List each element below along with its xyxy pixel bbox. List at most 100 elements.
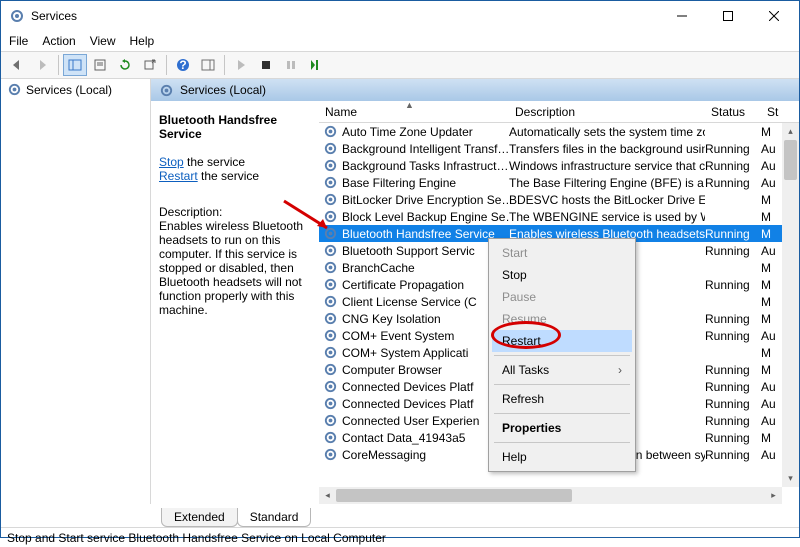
show-hide-action-pane-button[interactable] bbox=[196, 54, 220, 76]
stop-service-button[interactable] bbox=[254, 54, 278, 76]
right-pane: Services (Local) Bluetooth Handsfree Ser… bbox=[151, 79, 799, 504]
context-menu-refresh[interactable]: Refresh bbox=[492, 388, 632, 410]
context-menu: StartStopPauseResumeRestartAll TasksRefr… bbox=[488, 238, 636, 472]
context-menu-properties[interactable]: Properties bbox=[492, 417, 632, 439]
close-button[interactable] bbox=[751, 1, 797, 31]
service-row[interactable]: Block Level Backup Engine Se…The WBENGIN… bbox=[319, 208, 799, 225]
col-header-name[interactable]: Name bbox=[319, 101, 509, 122]
cell-name: Background Intelligent Transf… bbox=[319, 141, 509, 156]
menu-help[interactable]: Help bbox=[130, 34, 155, 48]
back-button[interactable] bbox=[5, 54, 29, 76]
tab-standard[interactable]: Standard bbox=[237, 508, 312, 527]
gear-icon bbox=[323, 294, 338, 309]
context-menu-separator bbox=[494, 384, 630, 385]
scroll-up-button[interactable]: ▴ bbox=[782, 123, 799, 140]
gear-icon bbox=[323, 175, 338, 190]
cell-name: Background Tasks Infrastruct… bbox=[319, 158, 509, 173]
context-menu-help[interactable]: Help bbox=[492, 446, 632, 468]
service-row[interactable]: Base Filtering EngineThe Base Filtering … bbox=[319, 174, 799, 191]
cell-status: Running bbox=[705, 278, 761, 292]
toolbar: ? bbox=[1, 51, 799, 79]
start-service-button[interactable] bbox=[229, 54, 253, 76]
gear-icon bbox=[323, 277, 338, 292]
service-row[interactable]: Background Intelligent Transf…Transfers … bbox=[319, 140, 799, 157]
cell-status: Running bbox=[705, 227, 761, 241]
horizontal-scrollbar[interactable]: ◂ ▸ bbox=[319, 487, 782, 504]
context-menu-stop[interactable]: Stop bbox=[492, 264, 632, 286]
maximize-button[interactable] bbox=[705, 1, 751, 31]
cell-status: Running bbox=[705, 329, 761, 343]
services-list: ▲ Name Description Status St Auto Time Z… bbox=[319, 101, 799, 504]
horizontal-scroll-thumb[interactable] bbox=[336, 489, 572, 502]
gear-icon bbox=[323, 226, 338, 241]
gear-icon bbox=[7, 82, 22, 97]
hscroll-track[interactable] bbox=[336, 487, 765, 504]
cell-name: Auto Time Zone Updater bbox=[319, 124, 509, 139]
service-row[interactable]: Background Tasks Infrastruct…Windows inf… bbox=[319, 157, 799, 174]
minimize-button[interactable] bbox=[659, 1, 705, 31]
main-area: Services (Local) Services (Local) Blueto… bbox=[1, 79, 799, 504]
cell-name: Contact Data_41943a5 bbox=[319, 430, 509, 445]
pause-service-button[interactable] bbox=[279, 54, 303, 76]
cell-name: BitLocker Drive Encryption Se… bbox=[319, 192, 509, 207]
scroll-right-button[interactable]: ▸ bbox=[765, 487, 782, 504]
export-list-button[interactable] bbox=[138, 54, 162, 76]
context-menu-pause: Pause bbox=[492, 286, 632, 308]
cell-description: Transfers files in the background using … bbox=[509, 142, 705, 156]
cell-name: CoreMessaging bbox=[319, 447, 509, 462]
tab-extended[interactable]: Extended bbox=[161, 508, 238, 527]
tree-pane: Services (Local) bbox=[1, 79, 151, 504]
cell-status: Running bbox=[705, 448, 761, 462]
cell-name: Base Filtering Engine bbox=[319, 175, 509, 190]
gear-icon bbox=[323, 158, 338, 173]
service-row[interactable]: Auto Time Zone UpdaterAutomatically sets… bbox=[319, 123, 799, 140]
menu-file[interactable]: File bbox=[9, 34, 28, 48]
restart-link[interactable]: Restart bbox=[159, 169, 198, 183]
refresh-button[interactable] bbox=[113, 54, 137, 76]
context-menu-resume: Resume bbox=[492, 308, 632, 330]
context-menu-all-tasks[interactable]: All Tasks bbox=[492, 359, 632, 381]
services-app-icon bbox=[9, 8, 25, 24]
gear-icon bbox=[323, 260, 338, 275]
gear-icon bbox=[323, 362, 338, 377]
menu-view[interactable]: View bbox=[90, 34, 116, 48]
stop-link[interactable]: Stop bbox=[159, 155, 184, 169]
cell-name: Certificate Propagation bbox=[319, 277, 509, 292]
detail-stop-line: Stop the service bbox=[159, 155, 311, 169]
view-tabs: Extended Standard bbox=[1, 504, 799, 527]
service-row[interactable]: BitLocker Drive Encryption Se…BDESVC hos… bbox=[319, 191, 799, 208]
gear-icon bbox=[323, 243, 338, 258]
detail-service-name: Bluetooth Handsfree Service bbox=[159, 113, 311, 141]
cell-name: Connected Devices Platf bbox=[319, 396, 509, 411]
cell-description: The WBENGINE service is used by Wind… bbox=[509, 210, 705, 224]
scroll-left-button[interactable]: ◂ bbox=[319, 487, 336, 504]
cell-status: Running bbox=[705, 176, 761, 190]
tree-node-label: Services (Local) bbox=[26, 83, 112, 97]
col-header-description[interactable]: Description bbox=[509, 101, 705, 122]
forward-button[interactable] bbox=[30, 54, 54, 76]
detail-panel: Bluetooth Handsfree Service Stop the ser… bbox=[151, 101, 319, 504]
scroll-down-button[interactable]: ▾ bbox=[782, 470, 799, 487]
tree-node-services-local[interactable]: Services (Local) bbox=[1, 79, 150, 100]
cell-status: Running bbox=[705, 159, 761, 173]
menu-action[interactable]: Action bbox=[42, 34, 75, 48]
cell-description: The Base Filtering Engine (BFE) is a ser… bbox=[509, 176, 705, 190]
context-menu-restart[interactable]: Restart bbox=[492, 330, 632, 352]
vertical-scroll-thumb[interactable] bbox=[784, 140, 797, 180]
col-header-startup[interactable]: St bbox=[761, 101, 785, 122]
gear-icon bbox=[323, 124, 338, 139]
cell-name: Bluetooth Support Servic bbox=[319, 243, 509, 258]
properties-button[interactable] bbox=[88, 54, 112, 76]
col-header-status[interactable]: Status bbox=[705, 101, 761, 122]
title-bar: Services bbox=[1, 1, 799, 31]
vertical-scrollbar[interactable]: ▴ ▾ bbox=[782, 123, 799, 487]
help-button[interactable]: ? bbox=[171, 54, 195, 76]
show-hide-tree-button[interactable] bbox=[63, 54, 87, 76]
gear-icon bbox=[323, 413, 338, 428]
restart-service-button[interactable] bbox=[304, 54, 328, 76]
cell-name: Client License Service (C bbox=[319, 294, 509, 309]
gear-icon bbox=[323, 311, 338, 326]
detail-restart-line: Restart the service bbox=[159, 169, 311, 183]
detail-description-label: Description: bbox=[159, 205, 311, 219]
gear-icon bbox=[323, 396, 338, 411]
